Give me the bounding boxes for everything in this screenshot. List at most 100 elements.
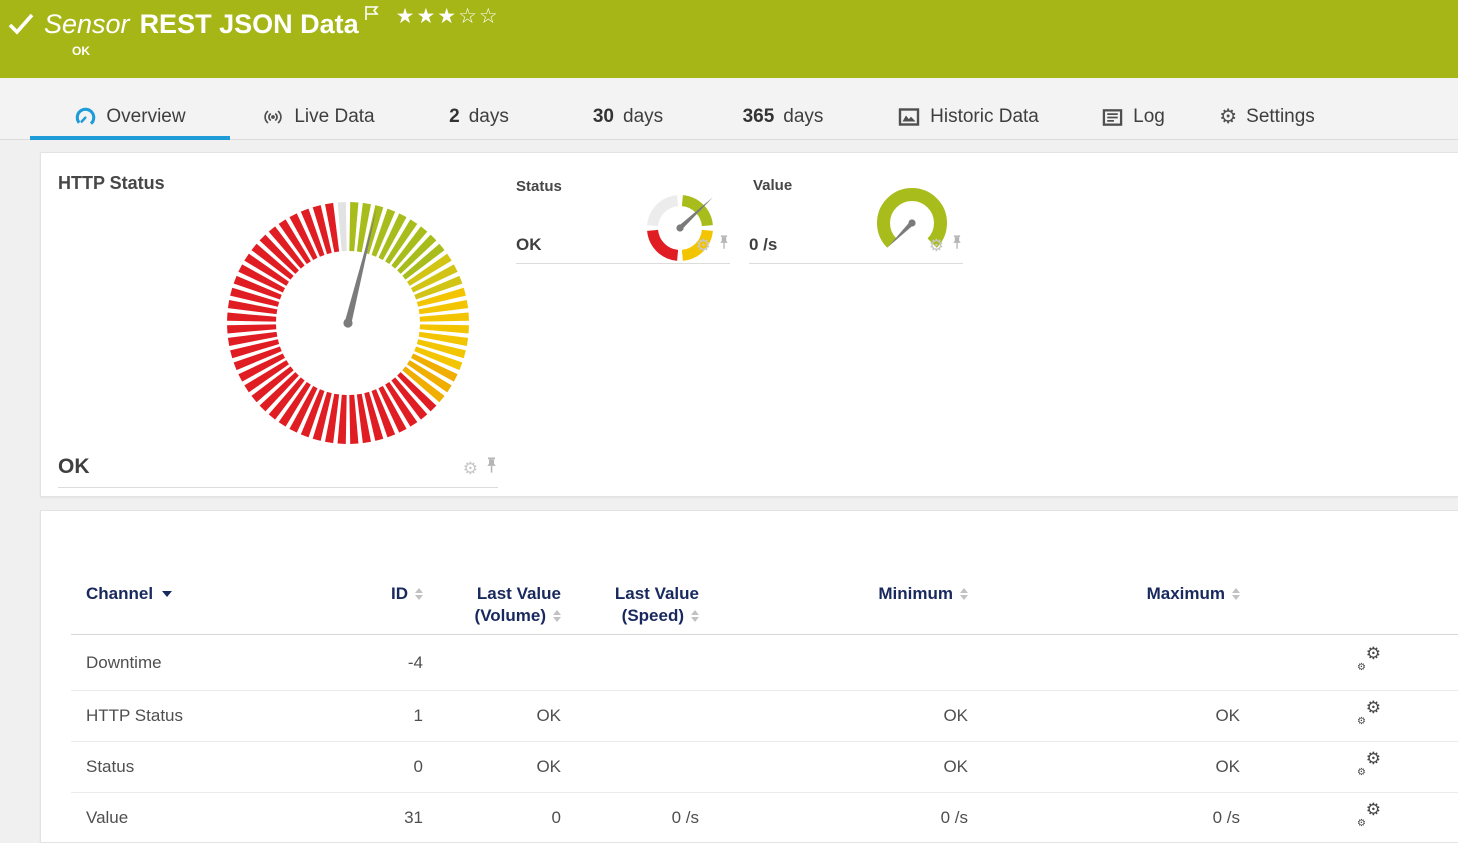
tab-label: Historic Data <box>930 106 1039 127</box>
column-label: Maximum <box>1146 584 1225 603</box>
cell-maximum: OK <box>1215 706 1240 725</box>
tab-live-data[interactable]: Live Data <box>230 95 406 139</box>
sort-icon[interactable] <box>691 610 699 622</box>
column-header-last_volume[interactable]: Last Value (Volume) <box>423 583 561 627</box>
sort-icon[interactable] <box>553 610 561 622</box>
column-header-last_speed[interactable]: Last Value (Speed) <box>561 583 699 627</box>
pin-icon[interactable] <box>485 457 498 479</box>
broadcast-icon <box>261 107 285 127</box>
flag-icon[interactable] <box>364 5 380 30</box>
cell-id: 1 <box>413 706 423 725</box>
cell-maximum: OK <box>1215 757 1240 776</box>
sort-icon[interactable] <box>960 588 968 600</box>
column-label: ID <box>391 584 408 603</box>
gauge-icon <box>74 106 97 129</box>
gauge-settings-gear-icon[interactable]: ⚙ <box>929 237 944 254</box>
priority-stars[interactable]: ★★★☆☆ <box>396 4 500 29</box>
panel-footer: 0 /s ⚙ <box>749 235 963 264</box>
tab-historic-data[interactable]: Historic Data <box>862 95 1074 139</box>
gauge-value-label: 0 /s <box>749 235 778 254</box>
pin-icon[interactable] <box>951 235 963 255</box>
tab-log[interactable]: Log <box>1074 95 1192 139</box>
gauge-value-label: OK <box>516 235 542 254</box>
column-label-line2: (Volume) <box>474 606 546 625</box>
cell-last-value-volume: 0 <box>551 808 561 827</box>
column-label-line2: (Speed) <box>621 606 684 625</box>
column-header-min[interactable]: Minimum <box>699 583 968 627</box>
cell-channel[interactable]: Downtime <box>71 653 356 673</box>
cell-id: 31 <box>404 808 423 827</box>
cell-maximum: 0 /s <box>1212 808 1240 827</box>
channel-settings-gears-icon[interactable]: ⚙ ⚙ <box>1357 645 1381 673</box>
http-status-gauge <box>227 202 469 444</box>
cell-minimum: OK <box>943 706 968 725</box>
sensor-overview-page: Sensor REST JSON Data ★★★☆☆ OK Overview L… <box>0 0 1458 843</box>
column-header-max[interactable]: Maximum <box>968 583 1240 627</box>
cell-channel[interactable]: Status <box>71 757 356 777</box>
tab-label: days <box>468 106 509 127</box>
gauges-panel: HTTP Status OK ⚙ Status OK ⚙ Value 0 /s … <box>40 152 1458 497</box>
tab-number: 365 <box>742 106 775 127</box>
panel-footer: OK ⚙ <box>58 455 498 488</box>
column-header-channel[interactable]: Channel <box>71 583 356 627</box>
table-row: Value 31 0 0 /s 0 /s 0 /s ⚙ ⚙ <box>71 793 1458 842</box>
sensor-title: REST JSON Data <box>139 9 359 39</box>
cell-channel[interactable]: Value <box>71 808 356 828</box>
tab-label: Overview <box>106 106 186 127</box>
gauge-settings-gear-icon[interactable]: ⚙ <box>696 237 711 254</box>
chart-icon <box>897 106 921 128</box>
cell-last-value-volume: OK <box>536 706 561 725</box>
pin-icon[interactable] <box>718 235 730 255</box>
http-status-gauge-panel: HTTP Status OK ⚙ <box>58 173 498 488</box>
cell-last-value-speed: 0 /s <box>671 808 699 827</box>
cell-channel[interactable]: HTTP Status <box>71 706 356 726</box>
column-label: Channel <box>86 584 154 603</box>
tab-label: days <box>783 106 824 127</box>
log-icon <box>1101 107 1124 128</box>
cell-last-value-volume: OK <box>536 757 561 776</box>
tab-label: Log <box>1133 106 1165 127</box>
tab-label: days <box>623 106 664 127</box>
status-gauge-panel: Status OK ⚙ <box>516 178 730 264</box>
table-row: HTTP Status 1 OK OK OK ⚙ ⚙ <box>71 691 1458 742</box>
channel-settings-gears-icon[interactable]: ⚙ ⚙ <box>1357 699 1381 727</box>
cell-id: -4 <box>407 652 423 672</box>
tab-bar: Overview Live Data 2 days 30 days 365 days Histo… <box>0 78 1458 140</box>
column-label: Last Value <box>614 584 699 603</box>
tab-2-days[interactable]: 2 days <box>406 95 552 139</box>
channels-table-header: Channel ID Last Value (Volume) Last Value (Sp… <box>71 583 1458 627</box>
column-label: Last Value <box>476 584 561 603</box>
channel-settings-gears-icon[interactable]: ⚙ ⚙ <box>1357 801 1381 829</box>
column-header-actions <box>1240 583 1458 627</box>
settings-gear-icon: ⚙ <box>1219 106 1238 128</box>
panel-title: HTTP Status <box>58 173 165 193</box>
column-header-id[interactable]: ID <box>356 583 423 627</box>
sort-icon[interactable] <box>415 588 423 600</box>
sensor-header: Sensor REST JSON Data ★★★☆☆ OK <box>0 0 1458 78</box>
tab-label: Settings <box>1246 106 1315 127</box>
table-row: Status 0 OK OK OK ⚙ ⚙ <box>71 742 1458 793</box>
sort-desc-icon[interactable] <box>162 591 173 597</box>
stars-empty: ☆☆ <box>458 5 500 28</box>
channels-table-body: Downtime -4 ⚙ ⚙ HTTP Status 1 OK OK OK ⚙ ⚙ Status 0 O… <box>71 635 1458 842</box>
gauge-value-label: OK <box>58 455 90 478</box>
tab-number: 2 <box>449 106 460 127</box>
value-gauge-panel: Value 0 /s ⚙ <box>749 177 963 264</box>
tab-settings[interactable]: ⚙ Settings <box>1192 95 1342 139</box>
gauge-settings-gear-icon[interactable]: ⚙ <box>463 460 478 477</box>
tab-label: Live Data <box>294 106 375 127</box>
status-check-icon <box>8 13 34 40</box>
panel-footer: OK ⚙ <box>516 235 730 264</box>
cell-minimum: OK <box>943 757 968 776</box>
tab-30-days[interactable]: 30 days <box>552 95 704 139</box>
sensor-status-badge: OK <box>72 44 90 58</box>
tab-365-days[interactable]: 365 days <box>704 95 862 139</box>
tab-overview[interactable]: Overview <box>30 95 230 140</box>
cell-minimum: 0 /s <box>940 808 968 827</box>
column-label: Minimum <box>878 584 953 603</box>
table-row: Downtime -4 ⚙ ⚙ <box>71 635 1458 691</box>
sort-icon[interactable] <box>1232 588 1240 600</box>
cell-id: 0 <box>413 757 423 776</box>
object-kind-label: Sensor <box>44 9 130 39</box>
channel-settings-gears-icon[interactable]: ⚙ ⚙ <box>1357 750 1381 778</box>
